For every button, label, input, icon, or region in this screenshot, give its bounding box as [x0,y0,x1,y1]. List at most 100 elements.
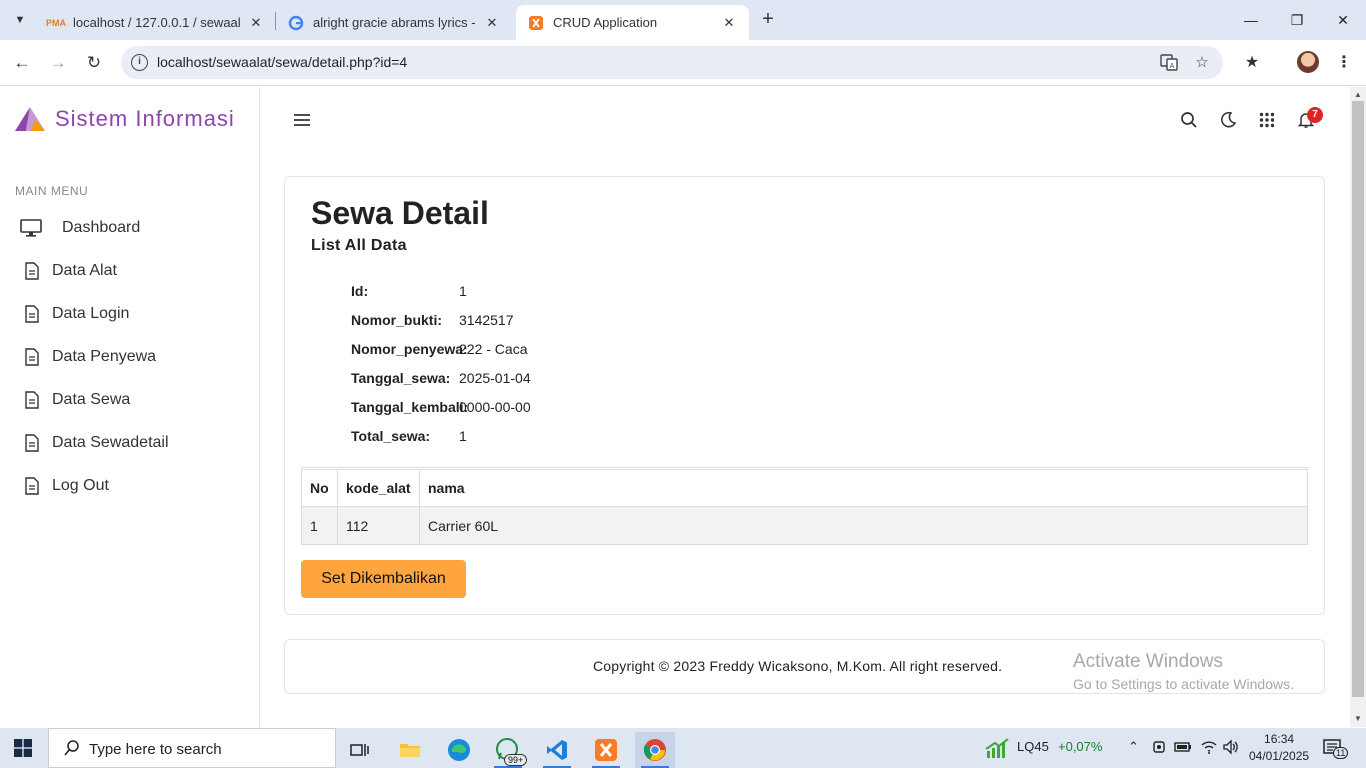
edge-browser-icon[interactable] [439,732,479,768]
address-bar[interactable]: i localhost/sewaalat/sewa/detail.php?id=… [121,46,1223,79]
document-icon [20,305,44,323]
windows-start-icon[interactable] [14,739,32,757]
battery-icon[interactable] [1174,739,1192,758]
tab-search-button[interactable]: ▼ [8,8,32,32]
table-cell: Carrier 60L [419,506,1308,545]
tab-title: localhost / 127.0.0.1 / sewaalat [73,15,240,30]
back-button[interactable]: ← [9,50,35,76]
bookmarks-icon[interactable]: ★ [1241,52,1263,74]
whatsapp-badge: 99+ [504,754,528,766]
detail-label: Nomor_bukti: [351,312,442,328]
scrollbar-thumb[interactable] [1352,101,1364,697]
url-text[interactable]: localhost/sewaalat/sewa/detail.php?id=4 [157,54,407,70]
column-header: nama [419,468,1308,507]
close-icon: ✕ [1337,12,1349,28]
task-view-icon[interactable] [340,732,380,768]
detail-value: 1 [459,428,467,444]
set-dikembalikan-button[interactable]: Set Dikembalikan [301,560,466,598]
watermark-subtitle: Go to Settings to activate Windows. [1073,676,1294,692]
detail-value: 2025-01-04 [459,370,531,386]
stock-chart-icon[interactable] [985,737,1009,762]
bookmark-star-icon[interactable]: ☆ [1192,53,1212,73]
document-icon [20,477,44,495]
reload-button[interactable]: ↻ [81,50,107,76]
arrow-left-icon: ← [13,53,31,72]
notification-count-badge: 11 [1333,747,1349,759]
search-icon[interactable] [1178,109,1200,131]
close-icon[interactable]: ✕ [248,15,264,31]
main-menu-title: MAIN MENU [15,184,89,198]
system-clock[interactable]: 16:34 04/01/2025 [1249,731,1309,765]
chrome-icon[interactable] [635,732,675,768]
xampp-icon[interactable] [586,732,626,768]
brand-name: Sistem Informasi [55,106,235,131]
dark-mode-moon-icon[interactable] [1217,109,1239,131]
profile-avatar[interactable] [1297,51,1319,73]
file-explorer-icon[interactable] [390,732,430,768]
close-window-button[interactable]: ✕ [1331,8,1355,32]
chevron-down-icon: ▼ [14,14,26,26]
table-header-row: No kode_alat nama [301,468,1308,507]
brand[interactable]: Sistem Informasi [15,105,235,133]
translate-icon[interactable]: A [1159,53,1179,73]
close-icon[interactable]: ✕ [484,15,500,31]
search-placeholder: Type here to search [89,741,222,758]
copyright-text: Copyright © 2023 Freddy Wicaksono, M.Kom… [593,658,1003,674]
sidebar-item-data-alat[interactable]: Data Alat [20,256,117,286]
minimize-icon: — [1244,12,1258,28]
document-icon [20,348,44,366]
apps-grid-icon[interactable] [1256,109,1278,131]
sidebar-item-dashboard[interactable]: Dashboard [20,213,140,243]
detail-label: Nomor_penyewa: [351,341,468,357]
wifi-icon[interactable] [1200,739,1218,758]
table-row: 1 112 Carrier 60L [301,506,1308,545]
sidebar-item-log-out[interactable]: Log Out [20,471,109,501]
restore-icon: ❐ [1290,12,1304,28]
sidebar-item-label: Dashboard [62,219,141,236]
detail-items-table: No kode_alat nama 1 112 Carrier 60L [301,467,1308,545]
detail-value: 3142517 [459,312,514,328]
meet-now-icon[interactable] [1152,739,1166,758]
action-center-icon[interactable]: 11 [1323,738,1349,761]
sidebar-item-data-sewadetail[interactable]: Data Sewadetail [20,428,169,458]
detail-value: 222 - Caca [459,341,528,357]
vscode-icon[interactable] [537,732,577,768]
sidebar-item-data-login[interactable]: Data Login [20,299,129,329]
svg-text:A: A [1170,62,1175,70]
volume-icon[interactable] [1222,739,1240,758]
browser-tab-active[interactable]: CRUD Application ✕ [516,5,749,40]
forward-button[interactable]: → [45,50,71,76]
notification-badge: 7 [1307,107,1323,123]
browser-tab[interactable]: alright gracie abrams lyrics - Pe ✕ [276,5,512,40]
chevron-up-icon[interactable]: ⌃ [1128,739,1139,755]
tab-title: alright gracie abrams lyrics - Pe [313,15,476,30]
column-header: kode_alat [337,468,420,507]
browser-tab[interactable]: PMA localhost / 127.0.0.1 / sewaalat ✕ [36,5,276,40]
sidebar-item-data-sewa[interactable]: Data Sewa [20,385,130,415]
watermark-title: Activate Windows [1073,651,1223,672]
scroll-down-icon[interactable]: ▼ [1354,714,1362,723]
taskbar-search-box[interactable]: Type here to search [48,728,336,768]
new-tab-button[interactable]: + [757,8,779,32]
page-subtitle: List All Data [311,237,407,254]
reload-icon: ↻ [86,53,102,72]
minimize-button[interactable]: — [1239,8,1263,32]
hamburger-menu-icon[interactable] [291,109,313,131]
clock-date: 04/01/2025 [1249,749,1310,763]
page-scrollbar[interactable]: ▲ ▼ [1350,87,1366,727]
detail-label: Total_sewa: [351,428,431,444]
sidebar-item-label: Data Penyewa [52,348,157,365]
restore-button[interactable]: ❐ [1285,8,1309,32]
whatsapp-icon[interactable]: 99+ [488,732,528,768]
search-icon [63,739,81,762]
close-icon[interactable]: ✕ [721,15,737,31]
tab-title: CRUD Application [553,15,658,30]
site-info-icon[interactable]: i [131,54,148,71]
scroll-up-icon[interactable]: ▲ [1354,90,1362,99]
sidebar-item-data-penyewa[interactable]: Data Penyewa [20,342,156,372]
more-menu-icon[interactable]: ⋮ [1333,52,1355,74]
stock-ticker[interactable]: LQ45 [1017,739,1049,754]
detail-label: Tanggal_sewa: [351,370,451,386]
stock-change: +0,07% [1058,739,1103,754]
table-cell: 112 [337,506,420,545]
